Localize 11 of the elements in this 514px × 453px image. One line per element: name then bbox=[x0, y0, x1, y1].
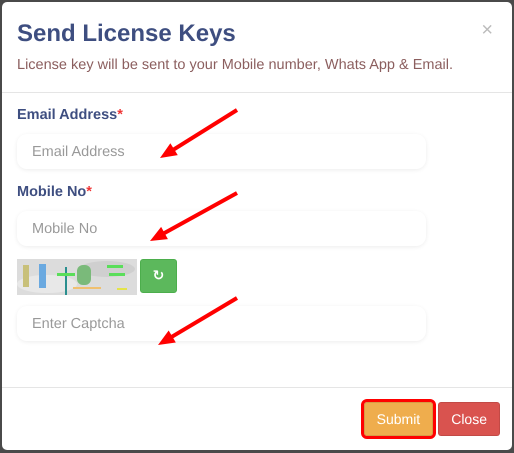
submit-button[interactable]: Submit bbox=[364, 402, 434, 436]
close-button[interactable]: Close bbox=[438, 402, 500, 436]
close-button[interactable]: × bbox=[477, 20, 497, 40]
captcha-field[interactable]: Enter Captcha bbox=[17, 306, 426, 341]
refresh-button[interactable]: ↻ bbox=[140, 259, 177, 293]
field-label: Mobile No* bbox=[17, 184, 93, 200]
dialog-subtitle: License key will be sent to your Mobile number, Whats App & Email. bbox=[17, 57, 454, 73]
input-field[interactable]: Mobile No bbox=[17, 211, 426, 246]
field-label: Email Address* bbox=[17, 107, 124, 123]
dialog-title: Send License Keys bbox=[17, 20, 236, 48]
input-field[interactable]: Email Address bbox=[17, 134, 426, 169]
